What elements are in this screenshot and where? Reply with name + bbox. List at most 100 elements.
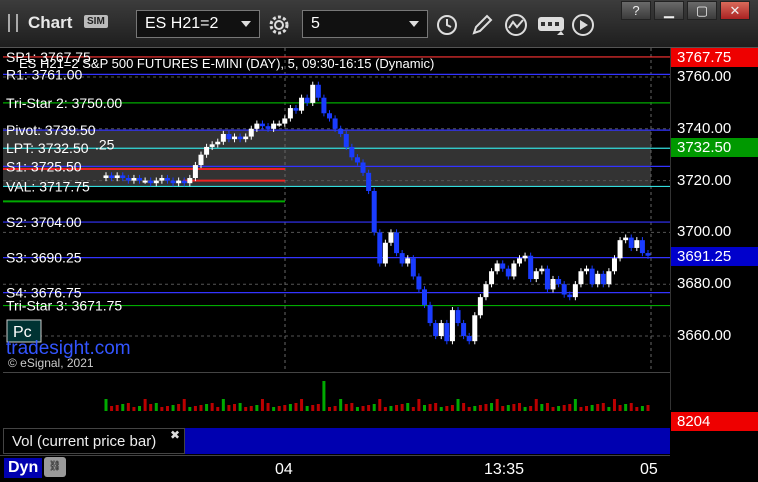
candle-body bbox=[567, 294, 573, 298]
candle-body bbox=[293, 108, 299, 111]
candle-body bbox=[109, 175, 115, 179]
candle-body bbox=[248, 128, 254, 137]
volume-bar bbox=[490, 403, 494, 411]
candle-body bbox=[192, 165, 198, 179]
studies-button[interactable] bbox=[503, 12, 529, 38]
link-chain-icon[interactable]: ⛓ bbox=[44, 457, 66, 477]
help-button[interactable]: ? bbox=[621, 1, 651, 20]
replay-play-button[interactable] bbox=[570, 12, 596, 38]
candle-body bbox=[382, 242, 388, 264]
volume-bar bbox=[462, 403, 466, 411]
chevron-down-icon bbox=[241, 21, 251, 27]
candle-body bbox=[427, 304, 433, 324]
price-chart[interactable]: SP1: 3767.75 R1: 3761.00 Tri-Star 2: 3750.… bbox=[3, 48, 670, 370]
level-label: VAL: 3717.75 bbox=[6, 178, 90, 194]
volume-bar bbox=[568, 404, 572, 411]
candle-body bbox=[410, 258, 416, 277]
volume-bar bbox=[221, 399, 225, 411]
candle-body bbox=[338, 128, 344, 134]
settings-gear-button[interactable] bbox=[266, 12, 292, 38]
symbol-dropdown[interactable]: ES H21=2 bbox=[136, 10, 260, 38]
volume-bar bbox=[266, 403, 270, 411]
volume-study-label[interactable]: Vol (current price bar) bbox=[3, 428, 185, 454]
candle-body bbox=[371, 190, 377, 233]
volume-bar bbox=[182, 399, 186, 411]
candle-body bbox=[287, 108, 293, 119]
volume-panel[interactable] bbox=[3, 372, 670, 411]
draw-pencil-button[interactable] bbox=[469, 12, 495, 38]
candle-body bbox=[528, 255, 534, 280]
minimize-button[interactable]: ▁ bbox=[654, 1, 684, 20]
candle-body bbox=[595, 273, 601, 285]
candle-body bbox=[259, 123, 265, 127]
volume-bar bbox=[400, 404, 404, 411]
volume-bar bbox=[601, 403, 605, 411]
candle-body bbox=[226, 133, 232, 140]
time-axis[interactable] bbox=[0, 455, 670, 482]
candle-body bbox=[606, 271, 612, 285]
level-label: Pivot: 3739.50 bbox=[6, 122, 96, 138]
price-tick-label: 3680.00 bbox=[677, 275, 732, 293]
volume-bar bbox=[121, 404, 125, 411]
candle-body bbox=[327, 113, 333, 119]
window-controls: ? ▁ ▢ ✕ bbox=[621, 1, 750, 21]
candle-body bbox=[533, 271, 539, 280]
candle-body bbox=[500, 263, 506, 269]
volume-bar bbox=[288, 404, 292, 411]
candle-body bbox=[561, 284, 567, 295]
candle-body bbox=[204, 146, 210, 155]
candle-body bbox=[315, 84, 321, 98]
candle-body bbox=[237, 136, 243, 140]
clock-button[interactable] bbox=[434, 12, 460, 38]
candle-body bbox=[232, 136, 238, 140]
candle-body bbox=[220, 133, 226, 142]
interval-value: 5 bbox=[311, 15, 320, 32]
candle-body bbox=[198, 154, 204, 166]
candle-body bbox=[120, 175, 126, 179]
candle-body bbox=[215, 141, 221, 145]
candle-body bbox=[148, 180, 154, 184]
candle-body bbox=[578, 271, 584, 285]
candle-body bbox=[639, 240, 645, 254]
pencil-icon bbox=[472, 14, 493, 35]
play-icon bbox=[572, 14, 594, 36]
time-tick: 13:35 bbox=[484, 461, 525, 478]
candle-body bbox=[360, 162, 366, 173]
close-icon: ✕ bbox=[729, 2, 741, 18]
chart-header: ES H21=2 S&P 500 FUTURES E-MINI (DAY), 5… bbox=[19, 56, 434, 71]
volume-bar bbox=[238, 403, 242, 411]
volume-bar bbox=[294, 403, 298, 411]
price-tick-label: 3700.00 bbox=[677, 223, 732, 241]
candle-body bbox=[299, 97, 305, 111]
level-label: S1: 3725.50 bbox=[6, 158, 82, 174]
candle-body bbox=[505, 268, 511, 277]
volume-bar bbox=[484, 404, 488, 411]
volume-bar bbox=[126, 403, 130, 411]
dyn-mode-label[interactable]: Dyn bbox=[4, 458, 43, 478]
volume-close-icon[interactable]: ✖ bbox=[170, 428, 180, 442]
candle-body bbox=[438, 323, 444, 336]
toolbar-grip-icon[interactable] bbox=[8, 14, 18, 32]
volume-bar bbox=[350, 403, 354, 411]
volume-bar bbox=[495, 399, 499, 411]
get-data-button[interactable] bbox=[537, 12, 567, 38]
candle-body bbox=[321, 97, 327, 114]
volume-bar bbox=[534, 399, 538, 411]
candle-body bbox=[176, 180, 182, 184]
level-label-partial: .25 bbox=[95, 136, 115, 152]
price-tick-label: 3740.00 bbox=[677, 119, 732, 137]
app-title: Chart bbox=[28, 13, 73, 32]
volume-bar bbox=[512, 404, 516, 411]
volume-bar bbox=[545, 403, 549, 411]
candle-body bbox=[125, 178, 131, 181]
close-button[interactable]: ✕ bbox=[720, 1, 750, 20]
candle-body bbox=[276, 123, 282, 126]
candle-body bbox=[477, 297, 483, 316]
volume-bar bbox=[406, 403, 410, 411]
copyright-label: © eSignal, 2021 bbox=[8, 356, 94, 370]
interval-dropdown[interactable]: 5 bbox=[302, 10, 428, 38]
candle-body bbox=[142, 180, 148, 183]
candle-body bbox=[349, 146, 355, 158]
maximize-button[interactable]: ▢ bbox=[687, 1, 717, 20]
price-chart-canvas[interactable]: SP1: 3767.75R1: 3761.00Tri-Star 2: 3750.… bbox=[3, 48, 670, 370]
